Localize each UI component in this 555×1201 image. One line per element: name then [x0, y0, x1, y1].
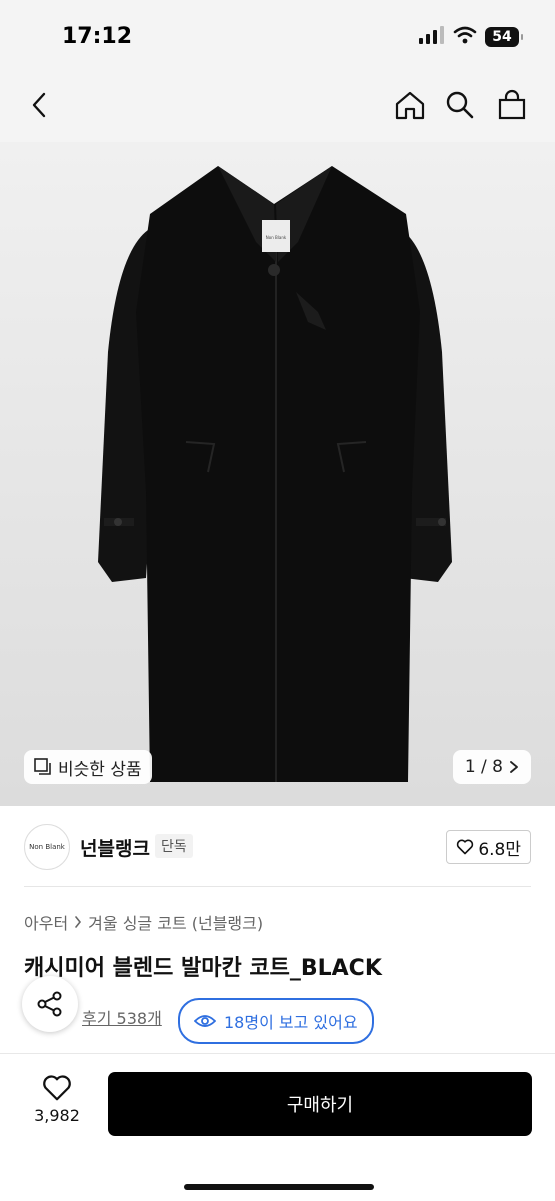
eye-icon — [194, 1015, 216, 1027]
status-bar: 17:12 54 — [0, 0, 555, 70]
cart-button[interactable] — [492, 85, 532, 125]
brand-like-count: 6.8만 — [478, 839, 521, 860]
status-icons: 54 — [419, 25, 523, 49]
image-counter-text: 1 / 8 — [464, 757, 503, 777]
copy-icon — [34, 758, 51, 775]
breadcrumb-item[interactable]: 아우터 — [24, 910, 68, 934]
brand-row: Non Blank 넌블랭크 단독 6.8만 — [0, 806, 555, 886]
similar-products-label: 비슷한 상품 — [58, 759, 142, 780]
share-icon — [37, 991, 62, 1017]
status-time: 17:12 — [62, 24, 133, 49]
search-button[interactable] — [440, 85, 480, 125]
battery-icon: 54 — [485, 27, 523, 47]
exclusive-badge: 단독 — [155, 834, 193, 858]
wishlist-button[interactable]: 3,982 — [26, 1074, 88, 1125]
viewers-text: 18명이 보고 있어요 — [224, 1013, 358, 1032]
wishlist-count: 3,982 — [34, 1106, 80, 1125]
garment-label: Non Blank — [266, 235, 287, 240]
divider — [24, 886, 531, 887]
breadcrumb: 아우터 겨울 싱글 코트 (넌블랭크) — [24, 910, 263, 934]
buy-button[interactable]: 구매하기 — [108, 1072, 532, 1136]
chevron-right-icon — [75, 916, 82, 928]
back-button[interactable] — [20, 85, 60, 125]
product-image-gallery[interactable]: Non Blank 비슷한 상품 1 / 8 — [0, 142, 555, 806]
reviews-link[interactable]: 후기 538개 — [82, 1005, 162, 1029]
home-button[interactable] — [390, 85, 430, 125]
product-image: Non Blank — [98, 166, 452, 782]
image-counter[interactable]: 1 / 8 — [452, 750, 531, 784]
home-indicator — [184, 1184, 374, 1190]
share-button[interactable] — [22, 976, 78, 1032]
cellular-signal-icon — [419, 26, 445, 48]
bottom-purchase-bar: 3,982 구매하기 — [0, 1053, 555, 1201]
brand-name[interactable]: 넌블랭크 — [80, 834, 150, 861]
similar-products-button[interactable]: 비슷한 상품 — [24, 750, 152, 784]
search-icon — [446, 91, 474, 119]
wifi-icon — [453, 26, 477, 48]
breadcrumb-item[interactable]: 겨울 싱글 코트 (넌블랭크) — [88, 910, 263, 934]
heart-icon — [457, 839, 474, 855]
chevron-right-icon — [510, 761, 518, 773]
home-icon — [395, 91, 425, 120]
brand-like-button[interactable]: 6.8만 — [446, 830, 531, 864]
viewers-badge: 18명이 보고 있어요 — [178, 998, 374, 1044]
chevron-left-icon — [32, 92, 46, 118]
top-navigation — [0, 70, 555, 142]
heart-icon — [43, 1075, 71, 1101]
product-title: 캐시미어 블렌드 발마칸 코트_BLACK — [24, 956, 382, 981]
brand-logo[interactable]: Non Blank — [24, 824, 70, 870]
shopping-bag-icon — [498, 89, 526, 120]
